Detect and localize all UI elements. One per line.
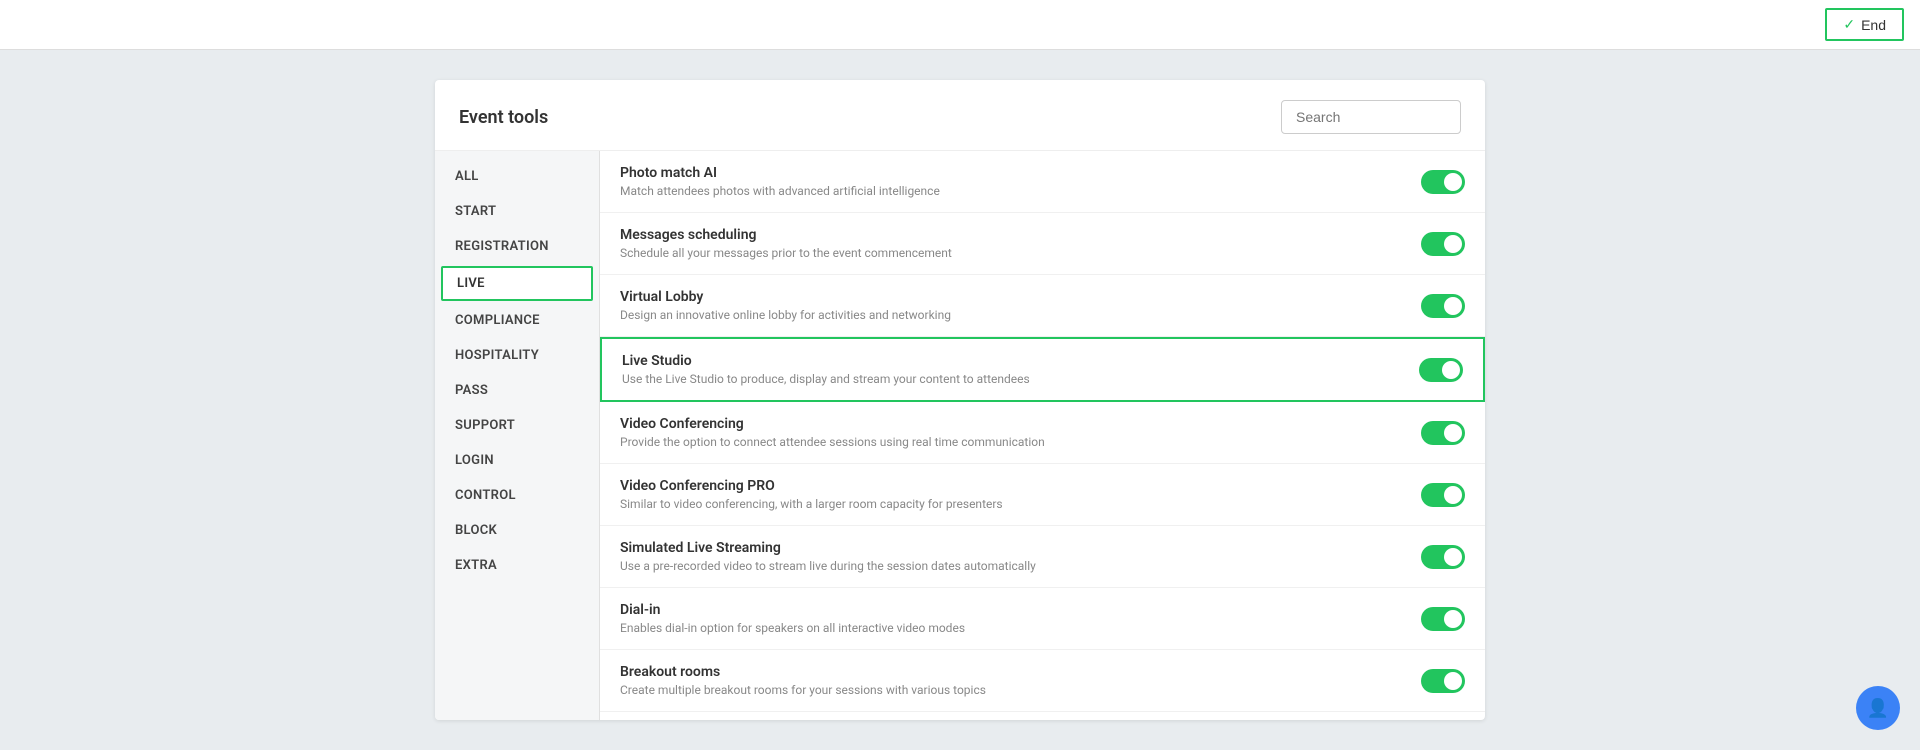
panel-title: Event tools bbox=[459, 107, 548, 128]
toggle-slider-video-conferencing-pro bbox=[1421, 483, 1465, 507]
toggle-simulated-live-streaming[interactable] bbox=[1421, 545, 1465, 569]
sidebar-item-compliance[interactable]: COMPLIANCE bbox=[435, 303, 599, 338]
tool-info-photo-match-ai: Photo match AI Match attendees photos wit… bbox=[620, 165, 1401, 198]
toggle-wrap-virtual-lobby bbox=[1421, 294, 1465, 318]
search-wrap bbox=[1281, 100, 1461, 134]
toggle-wrap-video-conferencing bbox=[1421, 421, 1465, 445]
toggle-slider-photo-match-ai bbox=[1421, 170, 1465, 194]
end-button-label: End bbox=[1861, 17, 1886, 33]
toggle-wrap-simulated-live-streaming bbox=[1421, 545, 1465, 569]
tool-name-live-studio: Live Studio bbox=[622, 353, 1399, 369]
tool-name-messages-scheduling: Messages scheduling bbox=[620, 227, 1401, 243]
tool-item-live-studio: Live Studio Use the Live Studio to produc… bbox=[600, 337, 1485, 402]
search-input[interactable] bbox=[1281, 100, 1461, 134]
toggle-video-conferencing[interactable] bbox=[1421, 421, 1465, 445]
tool-item-photo-match-ai: Photo match AI Match attendees photos wit… bbox=[600, 151, 1485, 213]
toggle-slider-simulated-live-streaming bbox=[1421, 545, 1465, 569]
check-icon: ✓ bbox=[1843, 16, 1855, 33]
toggle-wrap-breakout-rooms bbox=[1421, 669, 1465, 693]
toggle-dial-in[interactable] bbox=[1421, 607, 1465, 631]
tool-info-breakout-rooms: Breakout rooms Create multiple breakout r… bbox=[620, 664, 1401, 697]
sidebar-item-support[interactable]: SUPPORT bbox=[435, 408, 599, 443]
event-tools-panel: Event tools ALLSTARTREGISTRATIONLIVECOMP… bbox=[435, 80, 1485, 720]
toggle-wrap-photo-match-ai bbox=[1421, 170, 1465, 194]
toggle-live-studio[interactable] bbox=[1419, 358, 1463, 382]
tool-item-video-conferencing-pro: Video Conferencing PRO Similar to video c… bbox=[600, 464, 1485, 526]
tool-desc-video-conferencing: Provide the option to connect attendee s… bbox=[620, 435, 1401, 449]
top-bar: ✓ End bbox=[0, 0, 1920, 50]
tool-desc-video-conferencing-pro: Similar to video conferencing, with a la… bbox=[620, 497, 1401, 511]
toggle-slider-virtual-lobby bbox=[1421, 294, 1465, 318]
toggle-slider-messages-scheduling bbox=[1421, 232, 1465, 256]
sidebar-item-all[interactable]: ALL bbox=[435, 159, 599, 194]
tool-name-dial-in: Dial-in bbox=[620, 602, 1401, 618]
tool-info-simulated-live-streaming: Simulated Live Streaming Use a pre-record… bbox=[620, 540, 1401, 573]
toggle-wrap-dial-in bbox=[1421, 607, 1465, 631]
sidebar-item-pass[interactable]: PASS bbox=[435, 373, 599, 408]
toggle-photo-match-ai[interactable] bbox=[1421, 170, 1465, 194]
tool-item-simulated-live-streaming: Simulated Live Streaming Use a pre-record… bbox=[600, 526, 1485, 588]
toggle-wrap-video-conferencing-pro bbox=[1421, 483, 1465, 507]
sidebar-item-control[interactable]: CONTROL bbox=[435, 478, 599, 513]
tool-info-messages-scheduling: Messages scheduling Schedule all your mes… bbox=[620, 227, 1401, 260]
tool-info-virtual-lobby: Virtual Lobby Design an innovative online… bbox=[620, 289, 1401, 322]
tool-info-live-studio: Live Studio Use the Live Studio to produc… bbox=[622, 353, 1399, 386]
toggle-wrap-messages-scheduling bbox=[1421, 232, 1465, 256]
tool-item-breakout-rooms: Breakout rooms Create multiple breakout r… bbox=[600, 650, 1485, 712]
toggle-virtual-lobby[interactable] bbox=[1421, 294, 1465, 318]
tool-item-dial-in: Dial-in Enables dial-in option for speake… bbox=[600, 588, 1485, 650]
tool-item-virtual-lobby: Virtual Lobby Design an innovative online… bbox=[600, 275, 1485, 337]
sidebar-item-extra[interactable]: EXTRA bbox=[435, 548, 599, 583]
tool-desc-photo-match-ai: Match attendees photos with advanced art… bbox=[620, 184, 1401, 198]
toggle-slider-breakout-rooms bbox=[1421, 669, 1465, 693]
tool-desc-breakout-rooms: Create multiple breakout rooms for your … bbox=[620, 683, 1401, 697]
toggle-slider-dial-in bbox=[1421, 607, 1465, 631]
sidebar-item-hospitality[interactable]: HOSPITALITY bbox=[435, 338, 599, 373]
sidebar-item-live[interactable]: LIVE bbox=[441, 266, 593, 301]
panel-header: Event tools bbox=[435, 80, 1485, 150]
main-content: Event tools ALLSTARTREGISTRATIONLIVECOMP… bbox=[0, 50, 1920, 750]
tool-name-video-conferencing: Video Conferencing bbox=[620, 416, 1401, 432]
toggle-slider-live-studio bbox=[1419, 358, 1463, 382]
avatar-icon: 👤 bbox=[1867, 698, 1889, 719]
sidebar-item-block[interactable]: BLOCK bbox=[435, 513, 599, 548]
tool-name-virtual-lobby: Virtual Lobby bbox=[620, 289, 1401, 305]
tools-list[interactable]: Photo match AI Match attendees photos wit… bbox=[600, 151, 1485, 720]
avatar-button[interactable]: 👤 bbox=[1856, 686, 1900, 730]
tool-desc-simulated-live-streaming: Use a pre-recorded video to stream live … bbox=[620, 559, 1401, 573]
tool-name-photo-match-ai: Photo match AI bbox=[620, 165, 1401, 181]
toggle-breakout-rooms[interactable] bbox=[1421, 669, 1465, 693]
tool-name-video-conferencing-pro: Video Conferencing PRO bbox=[620, 478, 1401, 494]
tool-info-video-conferencing-pro: Video Conferencing PRO Similar to video c… bbox=[620, 478, 1401, 511]
tool-desc-dial-in: Enables dial-in option for speakers on a… bbox=[620, 621, 1401, 635]
sidebar-item-registration[interactable]: REGISTRATION bbox=[435, 229, 599, 264]
toggle-wrap-live-studio bbox=[1419, 358, 1463, 382]
tool-name-breakout-rooms: Breakout rooms bbox=[620, 664, 1401, 680]
sidebar-item-login[interactable]: LOGIN bbox=[435, 443, 599, 478]
tool-info-video-conferencing: Video Conferencing Provide the option to … bbox=[620, 416, 1401, 449]
tool-desc-live-studio: Use the Live Studio to produce, display … bbox=[622, 372, 1399, 386]
tool-desc-virtual-lobby: Design an innovative online lobby for ac… bbox=[620, 308, 1401, 322]
tool-info-dial-in: Dial-in Enables dial-in option for speake… bbox=[620, 602, 1401, 635]
tool-desc-messages-scheduling: Schedule all your messages prior to the … bbox=[620, 246, 1401, 260]
toggle-messages-scheduling[interactable] bbox=[1421, 232, 1465, 256]
sidebar-item-start[interactable]: START bbox=[435, 194, 599, 229]
panel-body: ALLSTARTREGISTRATIONLIVECOMPLIANCEHOSPIT… bbox=[435, 150, 1485, 720]
tool-item-messages-scheduling: Messages scheduling Schedule all your mes… bbox=[600, 213, 1485, 275]
tool-name-simulated-live-streaming: Simulated Live Streaming bbox=[620, 540, 1401, 556]
end-button[interactable]: ✓ End bbox=[1825, 8, 1904, 41]
toggle-video-conferencing-pro[interactable] bbox=[1421, 483, 1465, 507]
tool-item-video-conferencing: Video Conferencing Provide the option to … bbox=[600, 402, 1485, 464]
sidebar: ALLSTARTREGISTRATIONLIVECOMPLIANCEHOSPIT… bbox=[435, 151, 600, 720]
toggle-slider-video-conferencing bbox=[1421, 421, 1465, 445]
